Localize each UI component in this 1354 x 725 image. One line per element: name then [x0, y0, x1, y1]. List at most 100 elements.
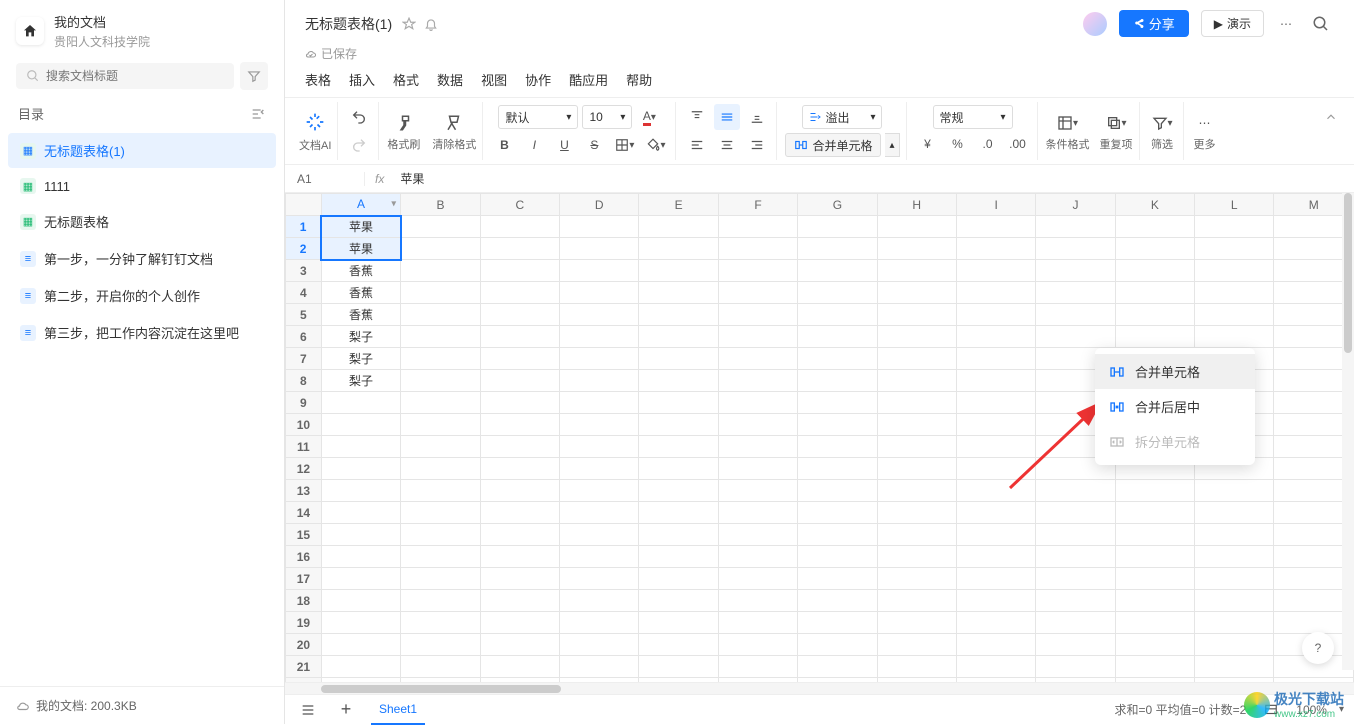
- cell[interactable]: [1115, 634, 1194, 656]
- cell[interactable]: [1195, 238, 1274, 260]
- cell[interactable]: [798, 546, 877, 568]
- row-header[interactable]: 4: [286, 282, 322, 304]
- cell[interactable]: [956, 238, 1035, 260]
- cell[interactable]: [1036, 656, 1115, 678]
- cell[interactable]: [321, 590, 401, 612]
- expand-toolbar-icon[interactable]: [1316, 102, 1346, 160]
- cell[interactable]: [1195, 326, 1274, 348]
- cell[interactable]: [560, 436, 639, 458]
- cell[interactable]: [718, 414, 797, 436]
- sheet-tab[interactable]: Sheet1: [371, 695, 425, 725]
- row-header[interactable]: 15: [286, 524, 322, 546]
- menu-item[interactable]: 插入: [349, 70, 375, 89]
- cell[interactable]: [480, 590, 559, 612]
- cell[interactable]: [1195, 260, 1274, 282]
- menu-item[interactable]: 帮助: [626, 70, 652, 89]
- cell[interactable]: [480, 238, 559, 260]
- cell[interactable]: [718, 656, 797, 678]
- cell[interactable]: [877, 612, 956, 634]
- undo-icon[interactable]: [346, 104, 372, 130]
- cell[interactable]: [560, 568, 639, 590]
- cell[interactable]: [401, 436, 480, 458]
- column-header[interactable]: J: [1036, 194, 1115, 216]
- cell[interactable]: [798, 216, 877, 238]
- bold-icon[interactable]: B: [491, 132, 517, 158]
- cell[interactable]: 苹果: [321, 216, 401, 238]
- row-header[interactable]: 9: [286, 392, 322, 414]
- row-header[interactable]: 14: [286, 502, 322, 524]
- more-tools-icon[interactable]: ⋯: [1192, 110, 1218, 136]
- cell[interactable]: [798, 656, 877, 678]
- doc-title[interactable]: 无标题表格(1): [305, 14, 392, 34]
- cell[interactable]: [560, 612, 639, 634]
- cell[interactable]: [798, 238, 877, 260]
- cell[interactable]: [480, 568, 559, 590]
- select-all-corner[interactable]: [286, 194, 322, 216]
- cell[interactable]: [877, 634, 956, 656]
- cell[interactable]: [1115, 524, 1194, 546]
- cell[interactable]: [1195, 568, 1274, 590]
- cell[interactable]: [718, 590, 797, 612]
- align-right-icon[interactable]: [744, 132, 770, 158]
- cell[interactable]: [401, 546, 480, 568]
- cell[interactable]: [1195, 590, 1274, 612]
- cell[interactable]: [639, 392, 718, 414]
- cell[interactable]: [877, 502, 956, 524]
- more-icon[interactable]: ⋯: [1276, 13, 1296, 35]
- format-brush-icon[interactable]: [391, 110, 417, 136]
- cell[interactable]: [639, 238, 718, 260]
- cell[interactable]: [560, 238, 639, 260]
- cell[interactable]: [639, 634, 718, 656]
- cell[interactable]: [718, 260, 797, 282]
- sheet-list-icon[interactable]: [295, 697, 321, 723]
- cell[interactable]: [798, 348, 877, 370]
- cell[interactable]: [1036, 590, 1115, 612]
- cell[interactable]: [560, 282, 639, 304]
- number-format-select[interactable]: 常规▾: [933, 105, 1013, 129]
- cell[interactable]: [956, 634, 1035, 656]
- cell[interactable]: [401, 612, 480, 634]
- row-header[interactable]: 13: [286, 480, 322, 502]
- cell[interactable]: [639, 612, 718, 634]
- column-header[interactable]: L: [1195, 194, 1274, 216]
- cell[interactable]: [639, 282, 718, 304]
- column-header[interactable]: H: [877, 194, 956, 216]
- sidebar-item[interactable]: ≡第一步，一分钟了解钉钉文档: [8, 241, 276, 276]
- cell[interactable]: [718, 392, 797, 414]
- cell[interactable]: [956, 502, 1035, 524]
- cell[interactable]: [798, 370, 877, 392]
- column-header[interactable]: G: [798, 194, 877, 216]
- merge-cells-option[interactable]: 合并单元格: [1095, 354, 1255, 389]
- cell[interactable]: [560, 260, 639, 282]
- cell[interactable]: [718, 304, 797, 326]
- cell[interactable]: [798, 260, 877, 282]
- cell[interactable]: [877, 656, 956, 678]
- cell[interactable]: [1195, 546, 1274, 568]
- cell[interactable]: [798, 568, 877, 590]
- cell[interactable]: [877, 590, 956, 612]
- valign-bot-icon[interactable]: [744, 104, 770, 130]
- cell[interactable]: [1195, 656, 1274, 678]
- percent-icon[interactable]: %: [945, 131, 971, 157]
- row-header[interactable]: 19: [286, 612, 322, 634]
- align-center-icon[interactable]: [714, 132, 740, 158]
- cell[interactable]: [877, 348, 956, 370]
- cell[interactable]: [956, 304, 1035, 326]
- cell[interactable]: [639, 656, 718, 678]
- cell[interactable]: [639, 260, 718, 282]
- cell[interactable]: [956, 260, 1035, 282]
- cell[interactable]: [1036, 238, 1115, 260]
- cell[interactable]: [798, 304, 877, 326]
- cell[interactable]: [1115, 260, 1194, 282]
- cell[interactable]: [401, 304, 480, 326]
- cell[interactable]: [639, 326, 718, 348]
- row-header[interactable]: 7: [286, 348, 322, 370]
- cell[interactable]: [480, 436, 559, 458]
- row-header[interactable]: 12: [286, 458, 322, 480]
- cell[interactable]: 梨子: [321, 326, 401, 348]
- cell[interactable]: [480, 370, 559, 392]
- cell[interactable]: [401, 524, 480, 546]
- cell[interactable]: [798, 502, 877, 524]
- cell[interactable]: [718, 568, 797, 590]
- cell[interactable]: [480, 656, 559, 678]
